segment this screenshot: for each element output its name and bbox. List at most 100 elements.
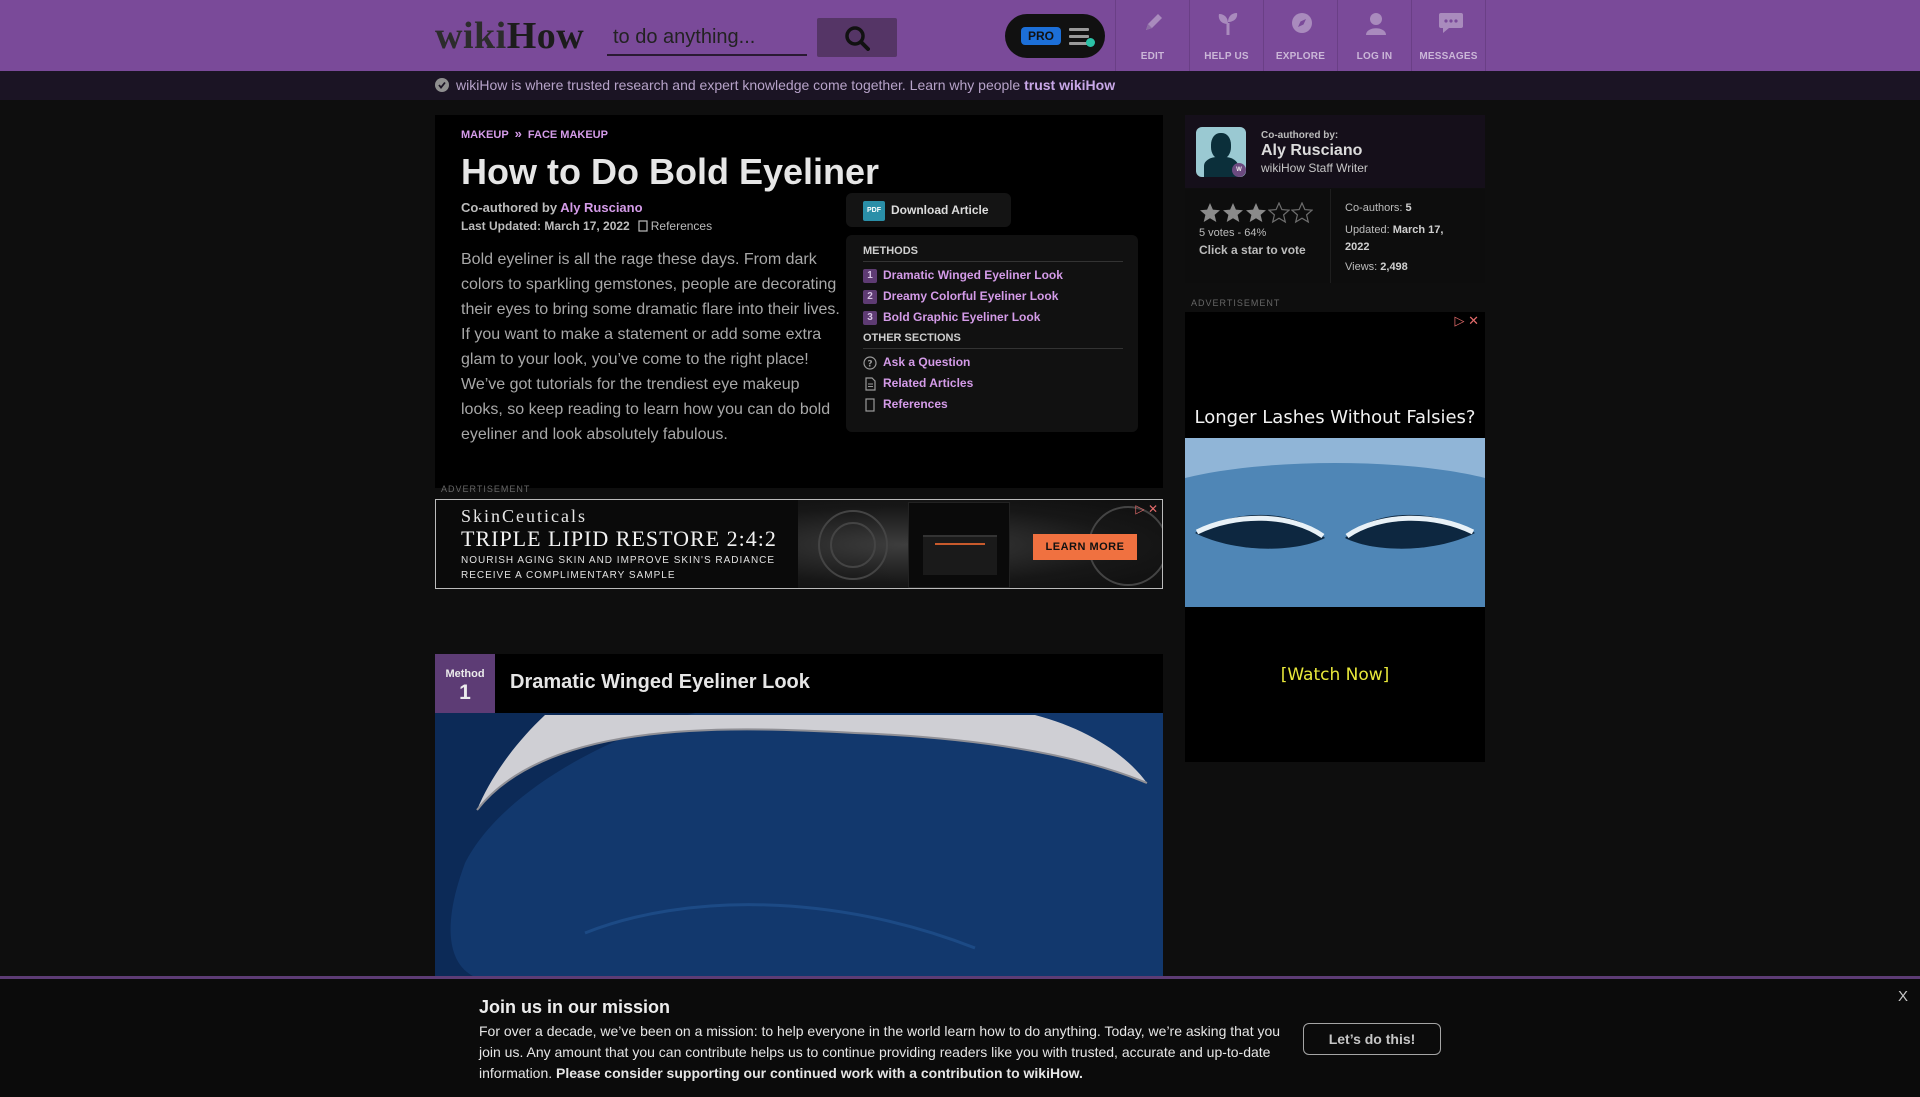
star-filled-icon[interactable] xyxy=(1199,202,1221,224)
ad-learn-more-button[interactable]: LEARN MORE xyxy=(1033,534,1137,560)
ad-product-art: LEARN MORE xyxy=(798,500,1162,588)
sidebar-ad-eyes-image xyxy=(1185,438,1485,607)
toc-other-label: Related Articles xyxy=(883,376,974,390)
sidebar-stats: 5 votes - 64% Click a star to vote Co-au… xyxy=(1185,189,1485,283)
chat-bubble-icon xyxy=(1439,13,1463,33)
ad-jar-body xyxy=(923,535,997,575)
sidebar-author-card[interactable]: W Co-authored by: Aly Rusciano wikiHow S… xyxy=(1185,115,1485,188)
sidebar-author-role: wikiHow Staff Writer xyxy=(1261,161,1368,175)
method-tag-number: 1 xyxy=(459,681,471,704)
breadcrumb-separator: » xyxy=(514,126,522,141)
ad-close-icon[interactable]: ▷ ✕ xyxy=(1135,502,1158,516)
toc-method-2[interactable]: 2 Dreamy Colorful Eyeliner Look xyxy=(863,289,1058,304)
nav-edit-label: EDIT xyxy=(1140,51,1165,62)
trust-message: wikiHow is where trusted research and ex… xyxy=(456,77,1115,93)
coauthor-line: Co-authored by Aly Rusciano xyxy=(461,200,643,215)
nav-help-us[interactable]: HELP US xyxy=(1189,0,1263,71)
mission-body: For over a decade, we’ve been on a missi… xyxy=(479,1021,1289,1084)
pro-badge: PRO xyxy=(1021,27,1061,45)
nav-log-in[interactable]: LOG IN xyxy=(1337,0,1411,71)
mission-body-bold: Please consider supporting our continued… xyxy=(556,1065,1083,1081)
pro-menu-button[interactable]: PRO xyxy=(1005,14,1105,58)
ad-subtext: RECEIVE A COMPLIMENTARY SAMPLE xyxy=(461,570,676,581)
sprout-icon xyxy=(1218,13,1238,35)
toc-divider xyxy=(863,348,1123,349)
sidebar-ad-headline: Longer Lashes Without Falsies? xyxy=(1194,407,1476,428)
toc-method-1[interactable]: 1 Dramatic Winged Eyeliner Look xyxy=(863,268,1063,283)
logo-how-text: How xyxy=(506,15,585,57)
toc-method-label: Dramatic Winged Eyeliner Look xyxy=(883,268,1063,282)
download-article-button[interactable]: PDF Download Article xyxy=(846,193,1011,227)
document-icon xyxy=(865,377,876,391)
sidebar-ad[interactable]: ▷ ✕ Longer Lashes Without Falsies? [Watc… xyxy=(1185,312,1485,762)
advertisement-label: ADVERTISEMENT xyxy=(441,484,531,494)
star-empty-icon[interactable] xyxy=(1267,201,1291,224)
method-title: Dramatic Winged Eyeliner Look xyxy=(510,671,810,693)
trust-wikihow-link[interactable]: trust wikiHow xyxy=(1024,77,1115,93)
search-button[interactable] xyxy=(817,18,897,57)
nav-messages-label: MESSAGES xyxy=(1419,51,1478,62)
nav-messages[interactable]: MESSAGES xyxy=(1411,0,1485,71)
updated-stat: Updated: March 17, 2022 xyxy=(1345,222,1470,256)
lets-do-this-button[interactable]: Let’s do this! xyxy=(1303,1023,1441,1055)
toc-method-3[interactable]: 3 Bold Graphic Eyeliner Look xyxy=(863,310,1040,325)
breadcrumb-face-makeup[interactable]: FACE MAKEUP xyxy=(528,129,608,141)
toc-other-heading: OTHER SECTIONS xyxy=(863,332,961,344)
compass-icon xyxy=(1292,13,1312,33)
sidebar-ad-watch-now[interactable]: [Watch Now] xyxy=(1185,665,1485,685)
wikihow-badge-icon: W xyxy=(1232,163,1246,177)
nav-log-in-label: LOG IN xyxy=(1356,51,1393,62)
search-input[interactable] xyxy=(607,21,807,56)
toc-method-number: 2 xyxy=(863,289,877,304)
user-icon xyxy=(1366,13,1386,35)
svg-text:?: ? xyxy=(867,359,872,369)
mission-close-icon[interactable]: X xyxy=(1898,988,1908,1005)
nav-explore-label: EXPLORE xyxy=(1275,51,1326,62)
breadcrumb-makeup[interactable]: MAKEUP xyxy=(461,129,509,141)
page-title: How to Do Bold Eyeliner xyxy=(461,151,880,192)
toc-other-label: Ask a Question xyxy=(883,355,971,369)
author-link[interactable]: Aly Rusciano xyxy=(560,200,642,215)
toc-divider xyxy=(863,261,1123,262)
coauthors-value: 5 xyxy=(1405,202,1412,214)
toc-method-number: 1 xyxy=(863,268,877,283)
question-icon: ? xyxy=(863,356,877,370)
coauthors-label: Co-authors: xyxy=(1345,202,1406,214)
download-article-label: Download Article xyxy=(891,203,989,217)
updated-label: Updated: xyxy=(1345,224,1393,236)
nav-edit[interactable]: EDIT xyxy=(1115,0,1189,71)
views-value: 2,498 xyxy=(1380,261,1408,273)
method-tag: Method 1 xyxy=(435,654,495,713)
star-filled-icon[interactable] xyxy=(1245,202,1267,224)
wikihow-logo[interactable]: wikiHow xyxy=(435,14,584,58)
references-link[interactable]: References xyxy=(638,219,712,233)
eyeliner-illustration xyxy=(450,713,1163,981)
toc-method-number: 3 xyxy=(863,310,877,325)
toc-related-articles[interactable]: Related Articles xyxy=(863,376,973,391)
nav-explore[interactable]: EXPLORE xyxy=(1263,0,1337,71)
mission-title: Join us in our mission xyxy=(479,997,671,1017)
table-of-contents: METHODS 1 Dramatic Winged Eyeliner Look 2… xyxy=(846,235,1138,432)
sidebar-author-name[interactable]: Aly Rusciano xyxy=(1261,142,1362,160)
views-stat: Views: 2,498 xyxy=(1345,261,1408,273)
mission-banner: Join us in our mission For over a decade… xyxy=(0,976,1920,1097)
banner-ad[interactable]: SkinCeuticals TRIPLE LIPID RESTORE 2:4:2… xyxy=(435,499,1163,589)
article-intro-card: MAKEUP » FACE MAKEUP How to Do Bold Eyelin… xyxy=(435,115,1163,494)
star-filled-icon[interactable] xyxy=(1222,202,1244,224)
eyes-illustration xyxy=(1185,438,1485,607)
toc-ask-question[interactable]: ? Ask a Question xyxy=(863,355,970,370)
pencil-icon xyxy=(1146,14,1162,30)
toc-references[interactable]: References xyxy=(863,397,948,412)
toc-method-label: Bold Graphic Eyeliner Look xyxy=(883,310,1041,324)
views-label: Views: xyxy=(1345,261,1381,273)
avatar-face xyxy=(1211,133,1231,159)
star-rating[interactable] xyxy=(1199,201,1314,229)
ad-product-jar xyxy=(908,502,1010,588)
votes-count: 5 votes - 64% xyxy=(1199,227,1267,239)
bookmark-icon xyxy=(865,398,875,412)
ad-close-icon[interactable]: ▷ ✕ xyxy=(1454,313,1479,329)
method-illustration xyxy=(435,713,1163,981)
star-empty-icon[interactable] xyxy=(1290,201,1314,224)
avatar[interactable]: W xyxy=(1196,127,1246,177)
hamburger-icon xyxy=(1069,28,1095,49)
